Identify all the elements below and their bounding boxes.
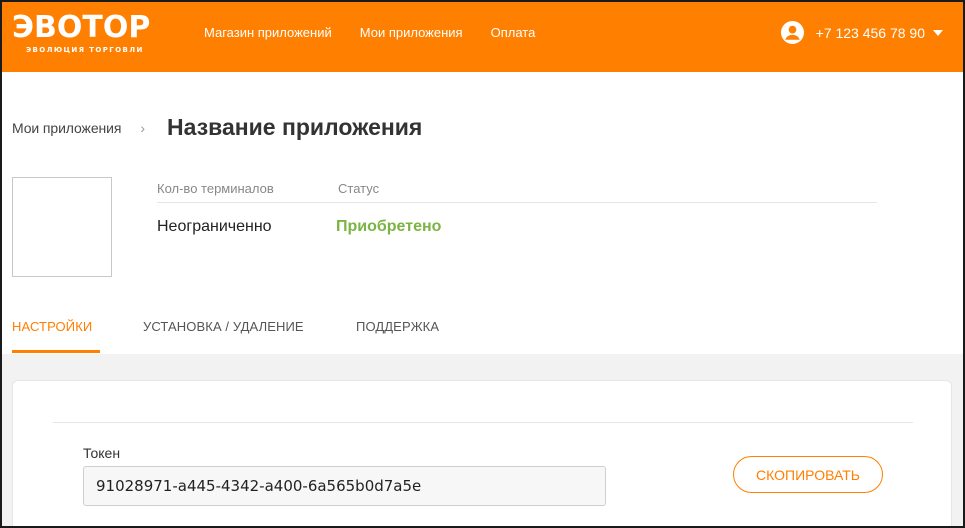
settings-card: Токен Скопировать xyxy=(12,380,952,526)
nav-payment[interactable]: Оплата xyxy=(491,24,536,42)
app-icon-placeholder xyxy=(12,177,112,277)
nav-my-apps[interactable]: Мои приложения xyxy=(360,24,463,42)
token-input[interactable] xyxy=(83,466,606,506)
terminals-value: Неограниченно xyxy=(157,218,272,235)
logo-text: ЭВОТОР xyxy=(12,10,151,45)
nav-app-store[interactable]: Магазин приложений xyxy=(204,24,332,42)
tab-settings[interactable]: Настройки xyxy=(12,319,92,334)
evotor-logo[interactable]: ЭВОТОР ЭВОЛЮЦИЯ ТОРГОВЛИ xyxy=(12,12,157,58)
top-header: ЭВОТОР ЭВОЛЮЦИЯ ТОРГОВЛИ Магазин приложе… xyxy=(2,2,963,72)
caret-down-icon xyxy=(933,29,943,36)
copy-button[interactable]: Скопировать xyxy=(733,456,883,493)
card-divider xyxy=(53,422,913,423)
app-window: ЭВОТОР ЭВОЛЮЦИЯ ТОРГОВЛИ Магазин приложе… xyxy=(0,0,965,528)
tab-install-uninstall[interactable]: Установка / удаление xyxy=(143,319,304,334)
logo-tagline: ЭВОЛЮЦИЯ ТОРГОВЛИ xyxy=(26,46,144,54)
token-label: Токен xyxy=(83,445,121,461)
info-divider xyxy=(157,202,877,203)
tab-bar: Настройки Установка / удаление Поддержка xyxy=(2,302,963,354)
user-phone: +7 123 456 78 90 xyxy=(815,24,925,41)
user-menu[interactable]: +7 123 456 78 90 xyxy=(780,21,943,44)
breadcrumb-separator-icon: › xyxy=(140,119,146,136)
active-tab-indicator xyxy=(12,350,100,353)
status-label: Статус xyxy=(338,181,380,196)
page-title: Название приложения xyxy=(167,114,423,140)
status-badge: Приобретено xyxy=(336,218,442,235)
user-circle-icon xyxy=(780,21,804,44)
tab-support[interactable]: Поддержка xyxy=(356,319,439,334)
terminals-label: Кол-во терминалов xyxy=(157,181,274,196)
breadcrumb: Мои приложения › Название приложения xyxy=(12,114,422,141)
main-nav: Магазин приложений Мои приложения Оплата xyxy=(204,24,563,42)
breadcrumb-my-apps[interactable]: Мои приложения xyxy=(12,120,121,136)
